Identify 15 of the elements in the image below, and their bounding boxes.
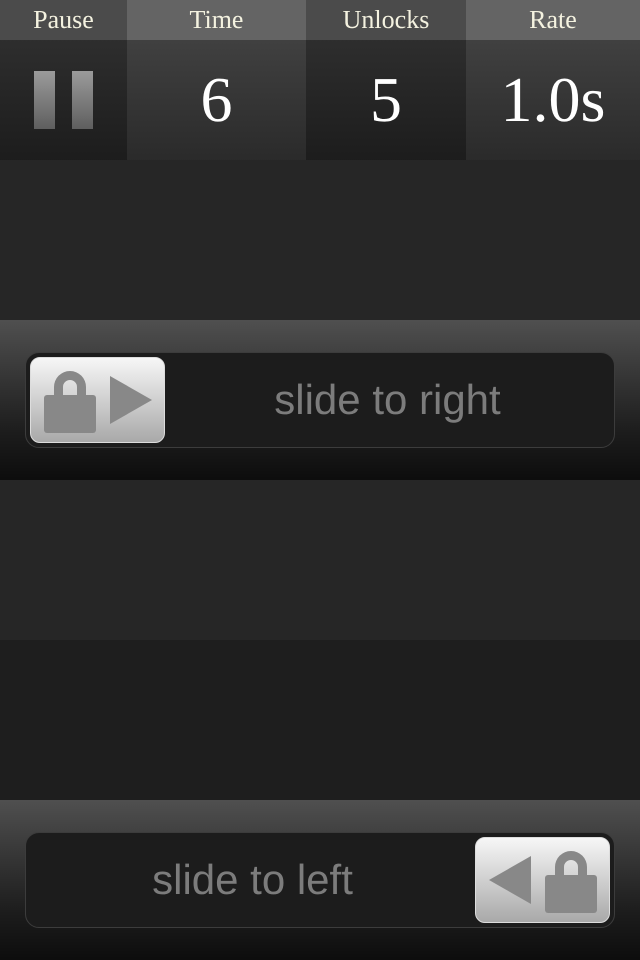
stat-label: Time: [127, 0, 306, 40]
slider-thumb[interactable]: [475, 837, 610, 923]
slider-label: slide to left: [151, 856, 354, 904]
slider-thumb[interactable]: [30, 357, 165, 443]
stat-label: Rate: [466, 0, 640, 40]
stat-value: 6: [200, 68, 232, 132]
right-arrow-icon: [110, 376, 152, 424]
pause-icon: [34, 71, 94, 129]
stat-label: Pause: [0, 0, 127, 40]
stat-value: 5: [370, 68, 402, 132]
stat-value: 1.0s: [500, 68, 606, 132]
stat-label: Unlocks: [306, 0, 466, 40]
slider-label: slide to right: [273, 376, 502, 424]
pause-button[interactable]: [34, 71, 94, 129]
left-arrow-icon: [488, 856, 530, 904]
